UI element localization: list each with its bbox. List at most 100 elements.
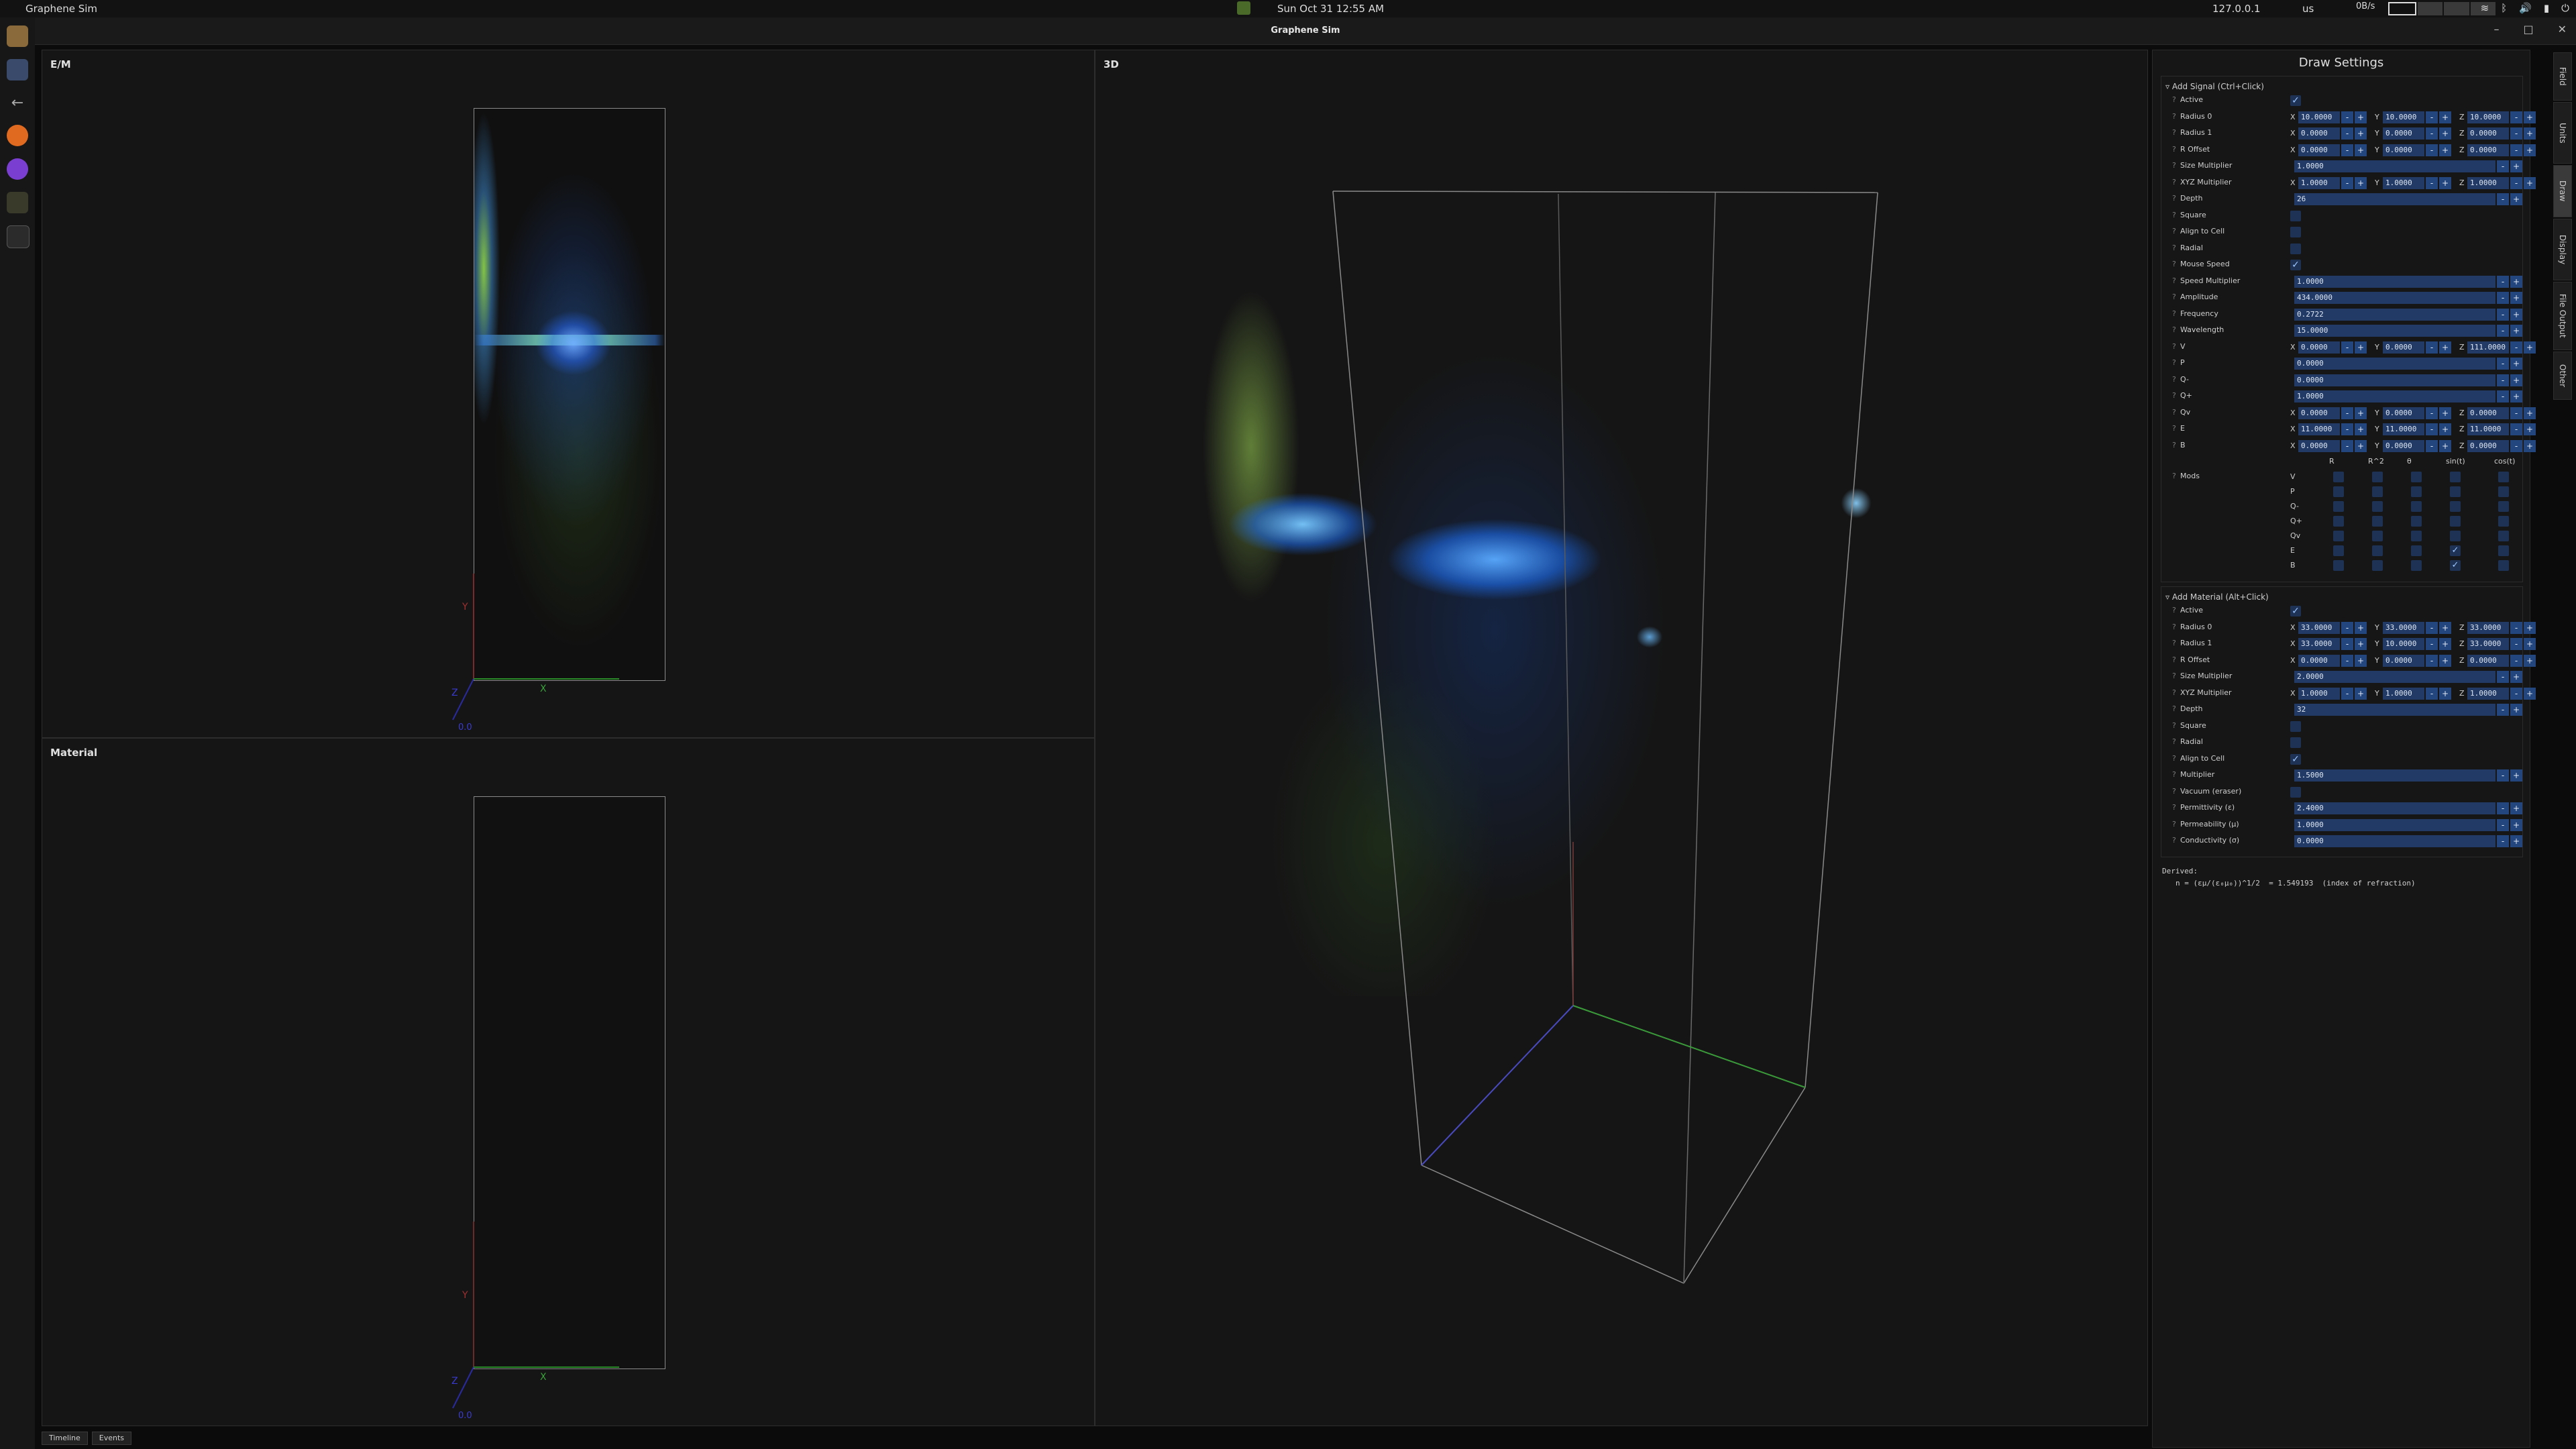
mods-checkbox-q-sin-t[interactable] — [2450, 516, 2461, 527]
signal-field-radius-1-y[interactable]: 0.0000 — [2383, 127, 2424, 140]
firefox-icon[interactable] — [7, 125, 28, 146]
signal-increment-wavelength[interactable]: + — [2510, 325, 2522, 337]
material-increment-r-offset-x[interactable]: + — [2355, 654, 2367, 667]
signal-increment-depth[interactable]: + — [2510, 193, 2522, 205]
help-marker[interactable]: ? — [2172, 736, 2176, 748]
help-marker[interactable]: ? — [2172, 470, 2176, 482]
signal-field-xyz-multiplier-x[interactable]: 1.0000 — [2298, 176, 2340, 189]
signal-checkbox-align-to-cell[interactable] — [2290, 227, 2301, 237]
mods-checkbox-p-sin-t[interactable] — [2450, 486, 2461, 497]
signal-increment-p[interactable]: + — [2510, 358, 2522, 370]
signal-increment-e-z[interactable]: + — [2524, 423, 2536, 435]
side-tab-field[interactable]: Field — [2553, 52, 2572, 101]
signal-decrement-qv-z[interactable]: - — [2510, 407, 2522, 419]
material-field-r-offset-y[interactable]: 0.0000 — [2383, 654, 2424, 667]
signal-increment-r-offset-z[interactable]: + — [2524, 144, 2536, 156]
window-manager-icon[interactable] — [7, 59, 28, 80]
signal-field-radius-1-x[interactable]: 0.0000 — [2298, 127, 2340, 140]
help-marker[interactable]: ? — [2172, 341, 2176, 353]
signal-increment-b-x[interactable]: + — [2355, 439, 2367, 452]
signal-decrement-xyz-multiplier-x[interactable]: - — [2341, 176, 2353, 189]
mods-checkbox-p-r[interactable] — [2333, 486, 2344, 497]
signal-increment-radius-0-y[interactable]: + — [2439, 111, 2451, 123]
signal-increment-qv-z[interactable]: + — [2524, 407, 2536, 419]
signal-decrement-b-z[interactable]: - — [2510, 439, 2522, 452]
signal-field-b-z[interactable]: 0.0000 — [2467, 439, 2509, 452]
keyboard-layout[interactable]: us — [2302, 3, 2314, 15]
signal-field-frequency[interactable]: 0.2722 — [2294, 308, 2496, 321]
mods-checkbox-b-sin-t[interactable]: ✓ — [2450, 560, 2461, 571]
signal-field-b-x[interactable]: 0.0000 — [2298, 439, 2340, 452]
mods-checkbox-qv-sin-t[interactable] — [2450, 531, 2461, 541]
material-decrement-xyz-multiplier-x[interactable]: - — [2341, 687, 2353, 700]
power-icon[interactable]: ⏻ — [2561, 2, 2569, 14]
material-increment-xyz-multiplier-z[interactable]: + — [2524, 687, 2536, 700]
material-decrement-radius-1-y[interactable]: - — [2426, 638, 2438, 650]
graphene-sim-icon[interactable] — [7, 225, 30, 248]
help-marker[interactable]: ? — [2172, 720, 2176, 732]
mods-checkbox-v-cos-t[interactable] — [2498, 472, 2509, 482]
signal-field-qv-y[interactable]: 0.0000 — [2383, 407, 2424, 419]
signal-field-xyz-multiplier-y[interactable]: 1.0000 — [2383, 176, 2424, 189]
signal-increment-xyz-multiplier-z[interactable]: + — [2524, 176, 2536, 189]
extension-icon[interactable] — [1237, 1, 1250, 15]
signal-field-amplitude[interactable]: 434.0000 — [2294, 292, 2496, 304]
em-view[interactable]: E/M Y X Z 0.0 — [42, 50, 1095, 738]
mods-checkbox-v-r[interactable] — [2333, 472, 2344, 482]
close-icon[interactable]: ✕ — [2558, 23, 2567, 36]
help-marker[interactable]: ? — [2172, 407, 2176, 419]
workspace-switcher[interactable] — [2388, 2, 2496, 15]
signal-increment-radius-1-x[interactable]: + — [2355, 127, 2367, 140]
help-marker[interactable]: ? — [2172, 209, 2176, 221]
signal-field-wavelength[interactable]: 15.0000 — [2294, 325, 2496, 337]
material-decrement-depth[interactable]: - — [2497, 704, 2509, 716]
mods-checkbox-q-sin-t[interactable] — [2450, 501, 2461, 512]
signal-decrement-e-y[interactable]: - — [2426, 423, 2438, 435]
signal-field-v-x[interactable]: 0.0000 — [2298, 341, 2340, 354]
signal-increment-v-z[interactable]: + — [2524, 341, 2536, 354]
material-field-radius-1-z[interactable]: 33.0000 — [2467, 638, 2509, 650]
material-decrement-radius-1-x[interactable]: - — [2341, 638, 2353, 650]
help-marker[interactable]: ? — [2172, 604, 2176, 616]
help-marker[interactable]: ? — [2172, 374, 2176, 386]
files-icon[interactable] — [7, 25, 28, 47]
signal-increment-radius-1-y[interactable]: + — [2439, 127, 2451, 140]
material-increment-radius-1-y[interactable]: + — [2439, 638, 2451, 650]
side-tab-draw[interactable]: Draw — [2553, 165, 2572, 217]
material-field-xyz-multiplier-x[interactable]: 1.0000 — [2298, 687, 2340, 700]
material-field-radius-1-x[interactable]: 33.0000 — [2298, 638, 2340, 650]
battery-icon[interactable]: ▮ — [2544, 2, 2549, 14]
mods-checkbox-q-cos-t[interactable] — [2498, 501, 2509, 512]
mods-checkbox-b-[interactable] — [2411, 560, 2422, 571]
mods-checkbox-v-[interactable] — [2411, 472, 2422, 482]
signal-increment-r-offset-y[interactable]: + — [2439, 144, 2451, 156]
material-decrement-xyz-multiplier-y[interactable]: - — [2426, 687, 2438, 700]
mods-checkbox-qv-r[interactable] — [2333, 531, 2344, 541]
signal-increment-frequency[interactable]: + — [2510, 308, 2522, 321]
signal-field-qv-z[interactable]: 0.0000 — [2467, 407, 2509, 419]
signal-decrement-b-x[interactable]: - — [2341, 439, 2353, 452]
material-field-permeability[interactable]: 1.0000 — [2294, 818, 2496, 831]
mods-checkbox-q-r-2[interactable] — [2372, 501, 2383, 512]
help-marker[interactable]: ? — [2172, 439, 2176, 451]
material-field-radius-1-y[interactable]: 10.0000 — [2383, 638, 2424, 650]
signal-increment-b-z[interactable]: + — [2524, 439, 2536, 452]
material-decrement-r-offset-y[interactable]: - — [2426, 654, 2438, 667]
help-marker[interactable]: ? — [2172, 308, 2176, 320]
signal-increment-q[interactable]: + — [2510, 390, 2522, 402]
help-marker[interactable]: ? — [2172, 160, 2176, 172]
material-field-depth[interactable]: 32 — [2294, 704, 2496, 716]
material-decrement-size-multiplier[interactable]: - — [2497, 671, 2509, 683]
material-increment-permeability[interactable]: + — [2510, 818, 2522, 831]
material-field-permittivity[interactable]: 2.4000 — [2294, 802, 2496, 814]
signal-field-p[interactable]: 0.0000 — [2294, 358, 2496, 370]
tab-events[interactable]: Events — [91, 1432, 132, 1445]
material-field-radius-0-z[interactable]: 33.0000 — [2467, 621, 2509, 634]
help-marker[interactable]: ? — [2172, 703, 2176, 715]
signal-checkbox-active[interactable]: ✓ — [2290, 95, 2301, 106]
signal-decrement-r-offset-x[interactable]: - — [2341, 144, 2353, 156]
material-increment-radius-0-x[interactable]: + — [2355, 621, 2367, 634]
material-increment-radius-0-y[interactable]: + — [2439, 621, 2451, 634]
signal-field-depth[interactable]: 26 — [2294, 193, 2496, 205]
signal-increment-q[interactable]: + — [2510, 374, 2522, 386]
